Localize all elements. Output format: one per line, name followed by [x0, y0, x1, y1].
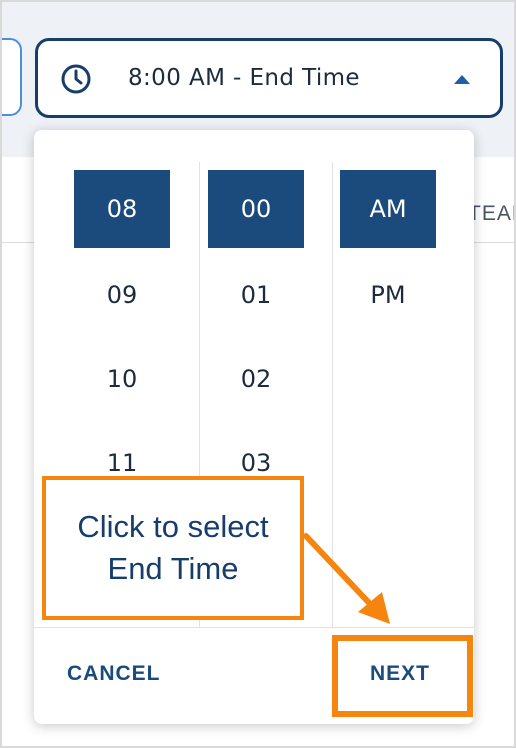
hour-option-09[interactable]: 09 — [74, 256, 170, 334]
minute-option-00[interactable]: 00 — [208, 170, 304, 248]
end-time-field[interactable]: 8:00 AM - End Time — [35, 38, 503, 118]
hour-option-10[interactable]: 10 — [74, 340, 170, 418]
annotation-arrow-icon — [303, 533, 390, 624]
footer-divider — [34, 627, 474, 628]
next-button-highlight — [332, 635, 473, 717]
caret-up-icon[interactable] — [454, 75, 470, 84]
callout-line-1: Click to select — [77, 509, 269, 544]
callout-line-2: End Time — [107, 551, 239, 586]
screenshot-frame: 8:00 AM - End Time TEAM 08 09 10 11 00 0… — [0, 0, 516, 748]
minute-option-01[interactable]: 01 — [208, 256, 304, 334]
period-option-pm[interactable]: PM — [340, 256, 436, 334]
end-time-value: 8:00 AM - End Time — [128, 65, 360, 91]
start-time-field[interactable] — [2, 38, 22, 116]
clock-icon — [61, 64, 91, 94]
annotation-callout: Click to select End Time — [42, 476, 304, 620]
period-option-am[interactable]: AM — [340, 170, 436, 248]
cancel-button[interactable]: CANCEL — [67, 662, 161, 686]
hour-option-08[interactable]: 08 — [74, 170, 170, 248]
minute-option-02[interactable]: 02 — [208, 340, 304, 418]
column-header-team: TEAM — [468, 202, 514, 225]
